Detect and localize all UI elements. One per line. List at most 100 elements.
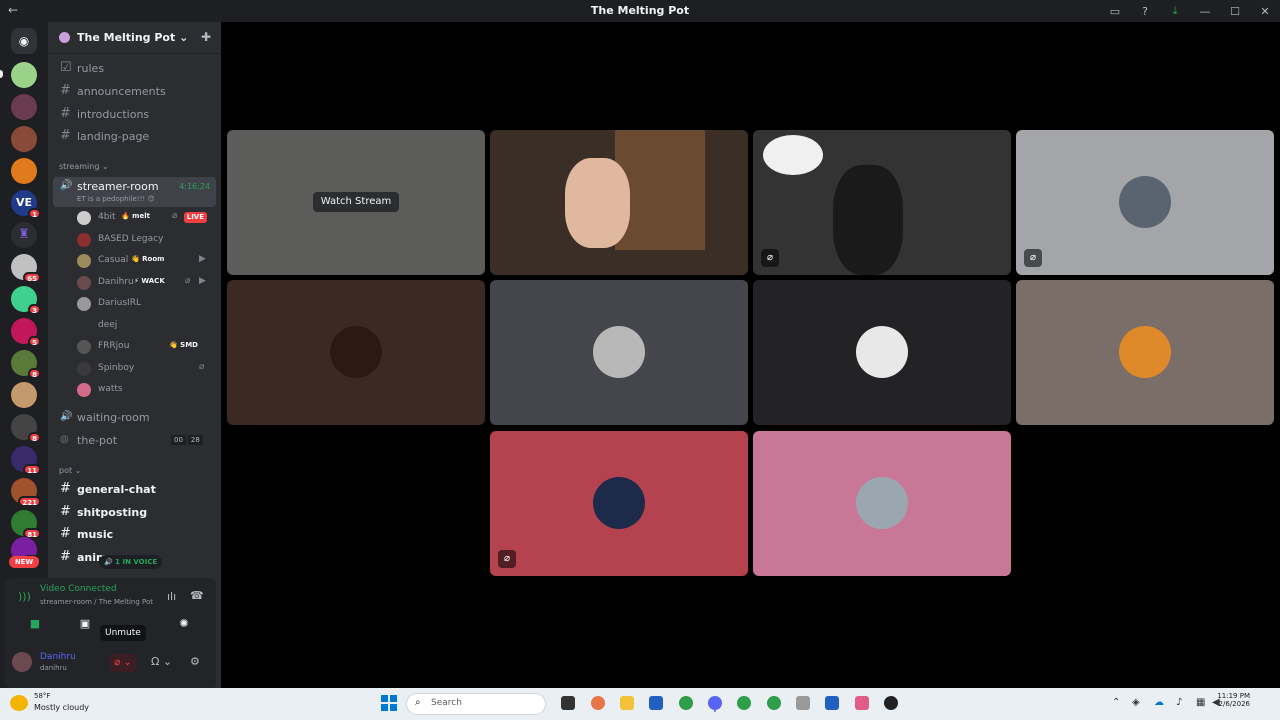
category-streaming[interactable]: streaming ⌄: [59, 162, 109, 171]
stream-tile[interactable]: Watch Stream: [227, 130, 485, 275]
channel-announcements[interactable]: # announcements: [54, 81, 216, 101]
search-icon: ⌕: [415, 697, 421, 708]
video-tile[interactable]: [227, 280, 485, 425]
server-icon[interactable]: 8: [11, 350, 41, 379]
hashtag-icon: #: [60, 106, 71, 121]
voice-user[interactable]: BASED Legacy: [77, 230, 217, 250]
disconnect-icon[interactable]: ☎: [190, 589, 204, 602]
app-icon[interactable]: [884, 696, 898, 710]
chrome-icon[interactable]: [737, 696, 751, 710]
settings-gear-icon[interactable]: ⚙: [190, 655, 200, 668]
server-icon[interactable]: 5: [11, 318, 41, 347]
connection-signal-icon[interactable]: ))): [18, 590, 31, 603]
inbox-icon[interactable]: ▭: [1100, 5, 1130, 18]
voice-channel-waiting-room[interactable]: 🔊 waiting-room: [54, 407, 216, 427]
voice-user[interactable]: 4bit 🔥 melt ⌀ LIVE: [77, 208, 217, 228]
windows-start-icon[interactable]: [381, 695, 397, 711]
voice-channel-streamer-room[interactable]: 🔊 streamer-room 4:16:24 ET is a pedophil…: [53, 177, 216, 207]
activities-button[interactable]: ✺: [166, 617, 202, 635]
invite-user-icon[interactable]: ✚: [201, 30, 211, 44]
video-tile[interactable]: [490, 130, 748, 275]
server-icon[interactable]: 8: [11, 414, 41, 443]
video-tile[interactable]: ⌀: [490, 431, 748, 576]
voice-user[interactable]: Spinboy ⌀: [77, 359, 217, 379]
calculator-icon[interactable]: [796, 696, 810, 710]
unmute-button[interactable]: ⌀ ⌄: [110, 654, 136, 672]
minimize-icon[interactable]: —: [1190, 5, 1220, 18]
server-icon[interactable]: [11, 382, 37, 408]
close-icon[interactable]: ✕: [1250, 5, 1280, 18]
server-icon[interactable]: 81: [11, 510, 41, 539]
voice-user[interactable]: deej: [77, 316, 217, 336]
voice-user[interactable]: Danihru ⚡ WACK ⌀ ▶: [77, 273, 217, 293]
word-icon[interactable]: [825, 696, 839, 710]
server-icon[interactable]: 3: [11, 286, 41, 315]
noise-suppression-icon[interactable]: ılı: [167, 590, 176, 603]
avatar: [1119, 326, 1171, 378]
system-clock[interactable]: 11:19 PM 2/6/2026: [1217, 692, 1250, 708]
mic-tray-icon[interactable]: ♪: [1176, 697, 1182, 708]
server-icon[interactable]: [11, 94, 37, 120]
watch-stream-button[interactable]: Watch Stream: [313, 192, 399, 212]
channel-general-chat[interactable]: # general-chat: [54, 479, 216, 499]
voice-user[interactable]: FRRjou 👋 SMD: [77, 337, 217, 357]
deafen-headphones-icon[interactable]: Ω ⌄: [151, 655, 172, 668]
voice-user[interactable]: DariusIRL: [77, 294, 217, 314]
chrome-icon[interactable]: [679, 696, 693, 710]
server-icon[interactable]: ♜: [11, 222, 37, 248]
channel-landing-page[interactable]: # landing-page: [54, 126, 216, 146]
help-icon[interactable]: ?: [1130, 5, 1160, 18]
new-badge[interactable]: NEW: [9, 556, 39, 568]
server-icon[interactable]: [11, 158, 37, 184]
video-tile[interactable]: [753, 280, 1011, 425]
maximize-icon[interactable]: ☐: [1220, 5, 1250, 18]
stage-icon: ◎: [60, 434, 69, 445]
channel-shitposting[interactable]: # shitposting: [54, 502, 216, 522]
copilot-icon[interactable]: [591, 696, 605, 710]
avatar: [77, 362, 91, 376]
store-icon[interactable]: [649, 696, 663, 710]
chrome-icon[interactable]: [767, 696, 781, 710]
server-icon[interactable]: [11, 62, 37, 88]
security-icon[interactable]: ◈: [1132, 697, 1140, 708]
avatar: [593, 477, 645, 529]
discord-taskbar-icon[interactable]: [708, 696, 722, 710]
weather-icon[interactable]: [10, 695, 28, 711]
channel-rules[interactable]: ☑ rules: [54, 58, 216, 78]
onedrive-icon[interactable]: ☁: [1154, 697, 1164, 708]
video-tile[interactable]: ⌀: [1016, 130, 1274, 275]
category-pot[interactable]: pot ⌄: [59, 466, 81, 475]
voice-user[interactable]: watts: [77, 380, 217, 400]
file-explorer-icon[interactable]: [620, 696, 634, 710]
chevron-up-icon[interactable]: ⌃: [1112, 697, 1120, 708]
avatar: [77, 319, 91, 333]
screen-share-button[interactable]: ▣: [67, 617, 103, 635]
server-icon[interactable]: VE 1: [11, 190, 41, 219]
snipping-tool-icon[interactable]: [855, 696, 869, 710]
video-tile[interactable]: [490, 280, 748, 425]
server-icon[interactable]: 65: [11, 254, 41, 283]
task-view-icon[interactable]: [561, 696, 575, 710]
voice-user[interactable]: Casual 👋 Room ▶: [77, 251, 217, 271]
weather-condition[interactable]: Mostly cloudy: [34, 703, 89, 712]
channel-introductions[interactable]: # introductions: [54, 104, 216, 124]
avatar[interactable]: [12, 652, 32, 672]
in-voice-badge[interactable]: 🔊 1 IN VOICE: [99, 555, 163, 569]
server-icon[interactable]: 221: [11, 478, 41, 507]
server-header[interactable]: The Melting Pot ⌄ ✚: [48, 22, 221, 54]
camera-button[interactable]: ■: [17, 617, 53, 635]
download-icon[interactable]: ⤓: [1160, 4, 1190, 18]
channel-music[interactable]: # music: [54, 524, 216, 544]
video-tile[interactable]: ⌀: [753, 130, 1011, 275]
user-display-name[interactable]: Danihru: [40, 652, 76, 662]
video-tile[interactable]: [753, 431, 1011, 576]
taskbar-search[interactable]: ⌕ Search: [406, 693, 546, 715]
weather-temp[interactable]: 58°F: [34, 692, 50, 700]
server-icon[interactable]: [11, 126, 37, 152]
network-icon[interactable]: ▦: [1196, 697, 1205, 708]
discord-home-icon[interactable]: ◉: [11, 28, 37, 54]
video-tile[interactable]: [1016, 280, 1274, 425]
server-icon[interactable]: 11: [11, 446, 41, 475]
avatar: [77, 254, 91, 268]
voice-connection-channel[interactable]: streamer-room / The Melting Pot: [40, 598, 153, 606]
